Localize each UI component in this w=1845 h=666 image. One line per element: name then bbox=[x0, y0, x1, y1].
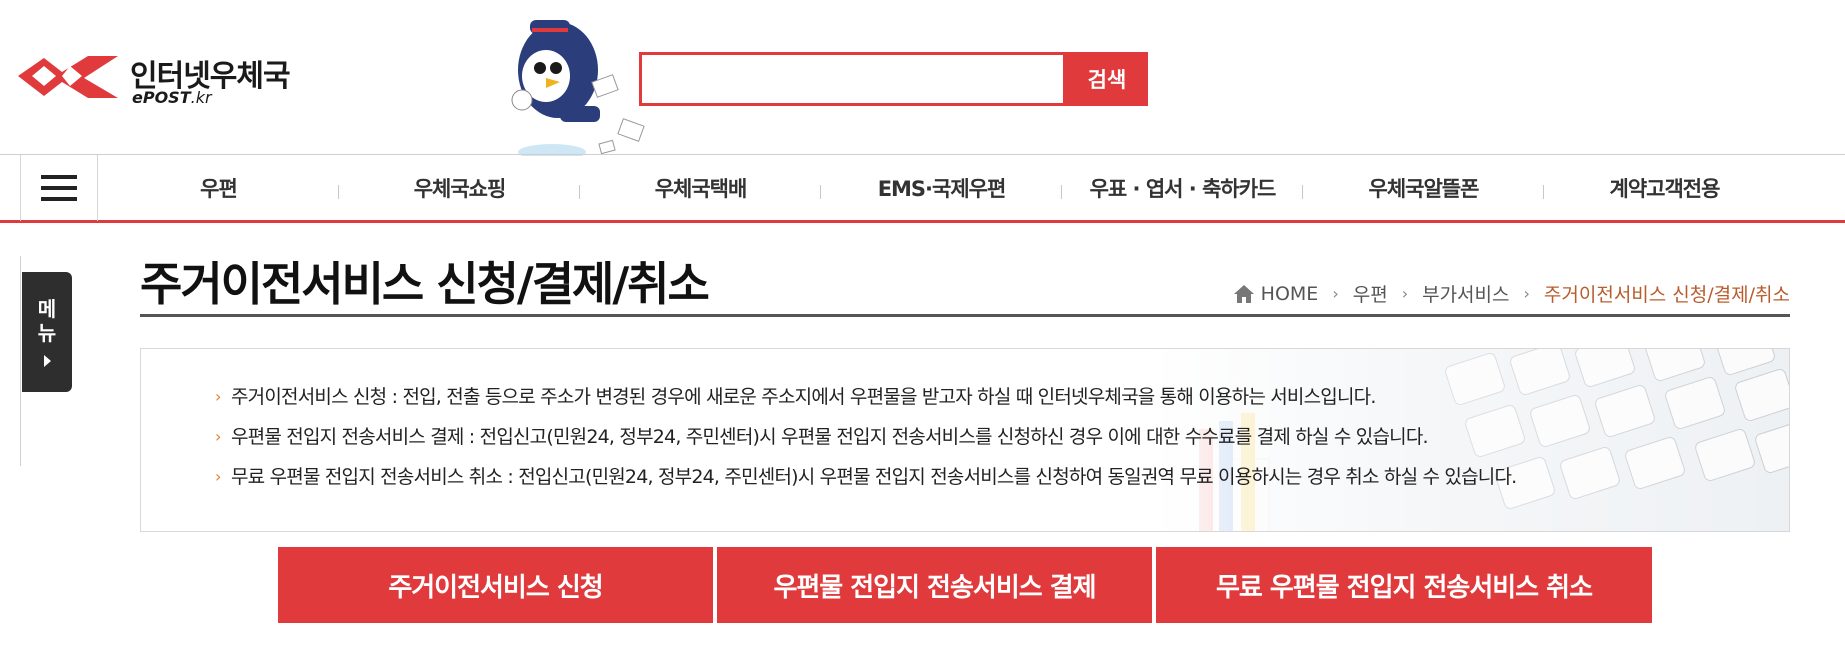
nav-item-label: 우체국쇼핑 bbox=[413, 177, 507, 201]
logo-sub-bold: ePOST bbox=[132, 88, 191, 107]
chevron-right-icon: › bbox=[1401, 284, 1409, 303]
site-header: 인터넷우체국 ePOST.kr 검색 bbox=[0, 0, 1845, 156]
nav-item-contract[interactable]: 계약고객전용 bbox=[1544, 155, 1785, 221]
search-box bbox=[639, 52, 1066, 106]
breadcrumb-current: 주거이전서비스 신청/결제/취소 bbox=[1543, 284, 1790, 306]
all-menu-button[interactable] bbox=[20, 155, 98, 221]
info-item: › 주거이전서비스 신청 : 전입, 전출 등으로 주소가 변경된 경우에 새로운… bbox=[215, 377, 1516, 417]
breadcrumb: HOME › 우편 › 부가서비스 › 주거이전서비스 신청/결제/취소 bbox=[1233, 280, 1790, 307]
nav-item-label: 우체국알뜰폰 bbox=[1368, 177, 1480, 201]
cancel-forwarding-button[interactable]: 무료 우편물 전입지 전송서비스 취소 bbox=[1156, 547, 1652, 623]
bullet-arrow-icon: › bbox=[215, 467, 221, 486]
page-title: 주거이전서비스 신청/결제/취소 bbox=[140, 257, 710, 311]
nav-item-ems[interactable]: EMS·국제우편 bbox=[821, 155, 1062, 221]
nav-item-post[interactable]: 우편 bbox=[98, 155, 339, 221]
nav-item-stamps[interactable]: 우표 · 엽서 · 축하카드 bbox=[1062, 155, 1303, 221]
nav-item-label: EMS·국제우편 bbox=[877, 177, 1007, 201]
breadcrumb-level2[interactable]: 부가서비스 bbox=[1422, 280, 1509, 307]
info-item: › 무료 우편물 전입지 전송서비스 취소 : 전입신고(민원24, 정부24, … bbox=[215, 457, 1517, 497]
bullet-arrow-icon: › bbox=[215, 427, 221, 446]
nav-item-mobile[interactable]: 우체국알뜰폰 bbox=[1303, 155, 1544, 221]
title-divider bbox=[140, 314, 1790, 317]
search-input[interactable] bbox=[642, 55, 1063, 103]
info-item-text: 주거이전서비스 신청 : 전입, 전출 등으로 주소가 변경된 경우에 새로운 … bbox=[231, 386, 1376, 408]
action-buttons: 주거이전서비스 신청 우편물 전입지 전송서비스 결제 무료 우편물 전입지 전… bbox=[278, 547, 1652, 623]
info-item-text: 우편물 전입지 전송서비스 결제 : 전입신고(민원24, 정부24, 주민센터… bbox=[231, 426, 1429, 448]
breadcrumb-level1[interactable]: 우편 bbox=[1353, 280, 1388, 307]
info-item: › 우편물 전입지 전송서비스 결제 : 전입신고(민원24, 정부24, 주민센… bbox=[215, 417, 1516, 457]
nav-item-label: 우편 bbox=[200, 177, 238, 201]
breadcrumb-home-label: HOME bbox=[1260, 282, 1319, 305]
service-info-box: › 주거이전서비스 신청 : 전입, 전출 등으로 주소가 변경된 경우에 새로운… bbox=[140, 348, 1790, 532]
nav-item-label: 계약고객전용 bbox=[1609, 177, 1721, 201]
logo-sub-thin: .kr bbox=[190, 88, 212, 107]
service-info-list: › 주거이전서비스 신청 : 전입, 전출 등으로 주소가 변경된 경우에 새로운… bbox=[215, 377, 1517, 497]
epost-logo[interactable]: 인터넷우체국 ePOST.kr bbox=[18, 48, 298, 110]
side-divider bbox=[20, 256, 21, 466]
search-button[interactable]: 검색 bbox=[1066, 52, 1148, 106]
info-item-text: 무료 우편물 전입지 전송서비스 취소 : 전입신고(민원24, 정부24, 주… bbox=[231, 466, 1517, 488]
nav-item-shopping[interactable]: 우체국쇼핑 bbox=[339, 155, 580, 221]
home-icon bbox=[1233, 284, 1254, 303]
nav-item-label: 우체국택배 bbox=[654, 177, 748, 201]
pay-forwarding-button[interactable]: 우편물 전입지 전송서비스 결제 bbox=[717, 547, 1152, 623]
breadcrumb-home[interactable]: HOME bbox=[1233, 282, 1319, 305]
side-menu-label: 메뉴 bbox=[37, 297, 57, 345]
hamburger-icon bbox=[41, 175, 77, 201]
nav-item-label: 우표 · 엽서 · 축하카드 bbox=[1089, 177, 1277, 201]
main-nav: 우편 우체국쇼핑 우체국택배 EMS·국제우편 우표 · 엽서 · 축하카드 우… bbox=[0, 154, 1845, 223]
bullet-arrow-icon: › bbox=[215, 387, 221, 406]
post-logo-icon bbox=[18, 56, 118, 98]
chevron-right-icon: › bbox=[1332, 284, 1339, 303]
arrow-right-icon bbox=[43, 355, 51, 367]
nav-item-parcel[interactable]: 우체국택배 bbox=[580, 155, 821, 221]
nav-items: 우편 우체국쇼핑 우체국택배 EMS·국제우편 우표 · 엽서 · 축하카드 우… bbox=[98, 155, 1845, 221]
apply-relocation-button[interactable]: 주거이전서비스 신청 bbox=[278, 547, 713, 623]
side-menu-tab[interactable]: 메뉴 bbox=[22, 272, 72, 392]
logo-subtitle: ePOST.kr bbox=[132, 88, 212, 107]
chevron-right-icon: › bbox=[1523, 284, 1530, 303]
